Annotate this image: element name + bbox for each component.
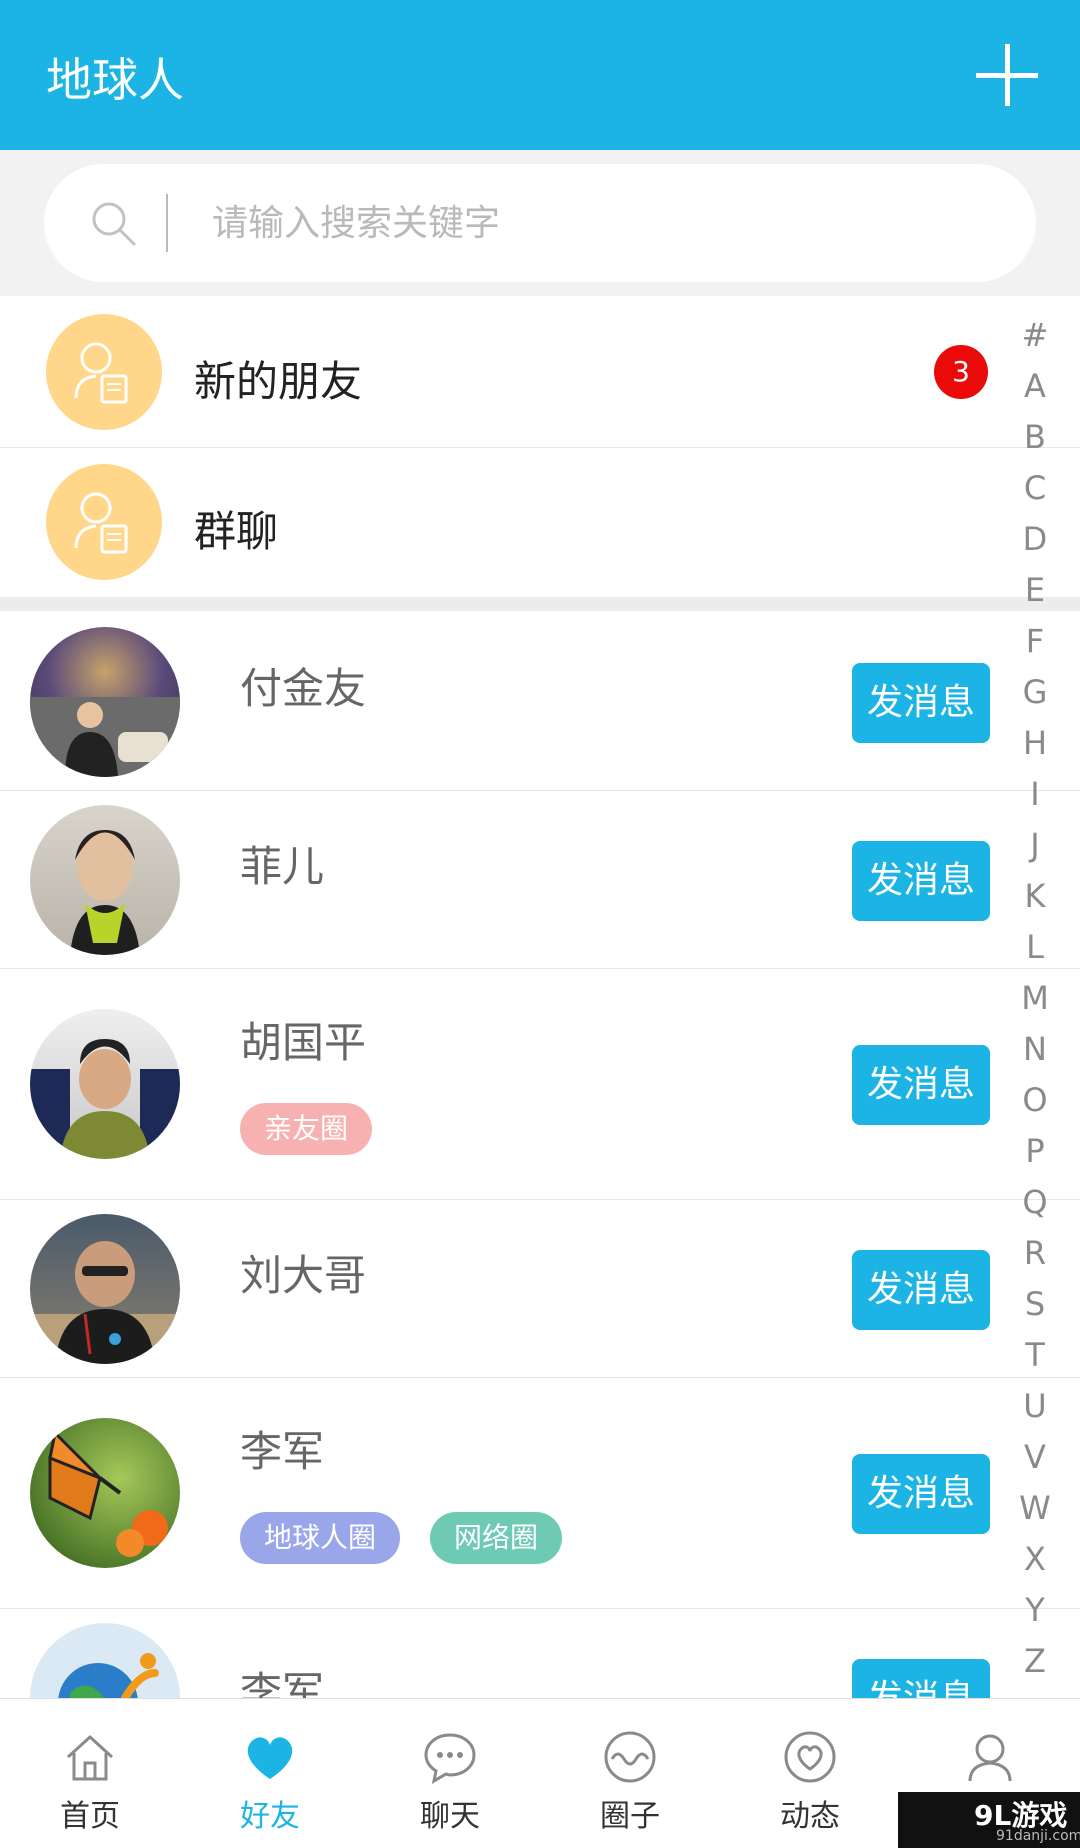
alphabet-index-letter[interactable]: U (1010, 1381, 1060, 1432)
nav-home[interactable]: 首页 (0, 1699, 180, 1848)
plus-icon[interactable] (976, 44, 1038, 106)
friend-row[interactable]: 付金友 发消息 (0, 611, 1080, 791)
alphabet-index-letter[interactable]: B (1010, 412, 1060, 463)
search-divider (166, 194, 168, 252)
site-watermark: 9L游戏 91danji.com (898, 1792, 1080, 1848)
avatar (30, 1009, 180, 1159)
circle-tag[interactable]: 亲友圈 (240, 1103, 373, 1155)
friend-row[interactable]: 菲儿 发消息 (0, 791, 1080, 969)
avatar (30, 1418, 180, 1568)
contact-card-icon (46, 464, 162, 580)
tag-list: 亲友圈 (240, 1103, 373, 1155)
tag-list: 地球人圈 网络圈 (240, 1512, 563, 1564)
nav-circles[interactable]: 圈子 (540, 1699, 720, 1848)
alphabet-index-letter[interactable]: S (1010, 1279, 1060, 1330)
alphabet-index-letter[interactable]: L (1010, 922, 1060, 973)
send-message-button[interactable]: 发消息 (852, 663, 990, 743)
alphabet-index-letter[interactable]: R (1010, 1228, 1060, 1279)
alphabet-index-letter[interactable]: H (1010, 718, 1060, 769)
avatar (30, 1623, 180, 1698)
nav-chat[interactable]: 聊天 (360, 1699, 540, 1848)
friend-row[interactable]: 胡国平 亲友圈 发消息 (0, 969, 1080, 1200)
friend-name: 刘大哥 (240, 1251, 367, 1300)
top-app-bar: 地球人 (0, 0, 1080, 150)
new-friends-badge: 3 (934, 345, 988, 399)
send-message-button[interactable]: 发消息 (852, 841, 990, 921)
alphabet-index-letter[interactable]: W (1010, 1483, 1060, 1534)
search-box[interactable] (44, 164, 1036, 282)
friend-row[interactable]: 刘大哥 发消息 (0, 1200, 1080, 1378)
friend-name: 李军 (240, 1668, 325, 1698)
new-friends-label: 新的朋友 (194, 357, 363, 406)
nav-label: 聊天 (420, 1799, 480, 1834)
group-chat-label: 群聊 (194, 507, 279, 556)
alphabet-index-letter[interactable]: J (1010, 820, 1060, 871)
nav-label: 圈子 (600, 1799, 660, 1834)
nav-label: 首页 (60, 1799, 120, 1834)
alphabet-index[interactable]: # A B C D E F G H I J K L M N O P Q R S T U V W X Y Z (1010, 310, 1060, 1687)
alphabet-index-letter[interactable]: M (1010, 973, 1060, 1024)
send-message-button[interactable]: 发消息 (852, 1659, 990, 1698)
alphabet-index-letter[interactable]: C (1010, 463, 1060, 514)
circle-tag[interactable]: 网络圈 (430, 1512, 563, 1564)
alphabet-index-letter[interactable]: E (1010, 565, 1060, 616)
group-chat-row[interactable]: 群聊 (0, 448, 1080, 598)
alphabet-index-letter[interactable]: V (1010, 1432, 1060, 1483)
friend-row[interactable]: 李军 发消息 (0, 1609, 1080, 1698)
heart-icon (247, 1737, 293, 1779)
alphabet-index-letter[interactable]: Q (1010, 1177, 1060, 1228)
alphabet-index-letter[interactable]: P (1010, 1126, 1060, 1177)
send-message-button[interactable]: 发消息 (852, 1045, 990, 1125)
alphabet-index-letter[interactable]: X (1010, 1534, 1060, 1585)
alphabet-index-letter[interactable]: F (1010, 616, 1060, 667)
friend-name: 菲儿 (240, 842, 325, 891)
alphabet-index-letter[interactable]: # (1010, 310, 1060, 361)
friend-name: 胡国平 (240, 1018, 367, 1067)
heart-circle-icon (784, 1731, 836, 1783)
nav-label: 好友 (240, 1799, 300, 1834)
user-icon (968, 1734, 1012, 1782)
wave-circle-icon (604, 1731, 656, 1783)
alphabet-index-letter[interactable]: G (1010, 667, 1060, 718)
alphabet-index-letter[interactable]: D (1010, 514, 1060, 565)
alphabet-index-letter[interactable]: N (1010, 1024, 1060, 1075)
nav-friends[interactable]: 好友 (180, 1699, 360, 1848)
search-input[interactable] (212, 186, 972, 260)
home-icon (66, 1735, 114, 1781)
alphabet-index-letter[interactable]: Y (1010, 1585, 1060, 1636)
friend-row[interactable]: 李军 地球人圈 网络圈 发消息 (0, 1378, 1080, 1609)
watermark-url: 91danji.com (996, 1828, 1080, 1844)
search-icon (92, 202, 136, 246)
avatar (30, 805, 180, 955)
send-message-button[interactable]: 发消息 (852, 1454, 990, 1534)
alphabet-index-letter[interactable]: Z (1010, 1636, 1060, 1687)
app-title: 地球人 (46, 53, 184, 107)
nav-label: 动态 (780, 1799, 840, 1834)
friend-name: 李军 (240, 1427, 325, 1476)
avatar (30, 1214, 180, 1364)
new-friends-row[interactable]: 新的朋友 3 (0, 298, 1080, 448)
alphabet-index-letter[interactable]: O (1010, 1075, 1060, 1126)
section-divider (0, 597, 1080, 611)
send-message-button[interactable]: 发消息 (852, 1250, 990, 1330)
avatar (30, 627, 180, 777)
contact-card-icon (46, 314, 162, 430)
alphabet-index-letter[interactable]: I (1010, 769, 1060, 820)
alphabet-index-letter[interactable]: K (1010, 871, 1060, 922)
chat-bubble-icon (424, 1733, 476, 1784)
nav-moments[interactable]: 动态 (720, 1699, 900, 1848)
alphabet-index-letter[interactable]: T (1010, 1330, 1060, 1381)
alphabet-index-letter[interactable]: A (1010, 361, 1060, 412)
search-bar-area (0, 150, 1080, 296)
friend-name: 付金友 (240, 664, 367, 713)
circle-tag[interactable]: 地球人圈 (240, 1512, 401, 1564)
